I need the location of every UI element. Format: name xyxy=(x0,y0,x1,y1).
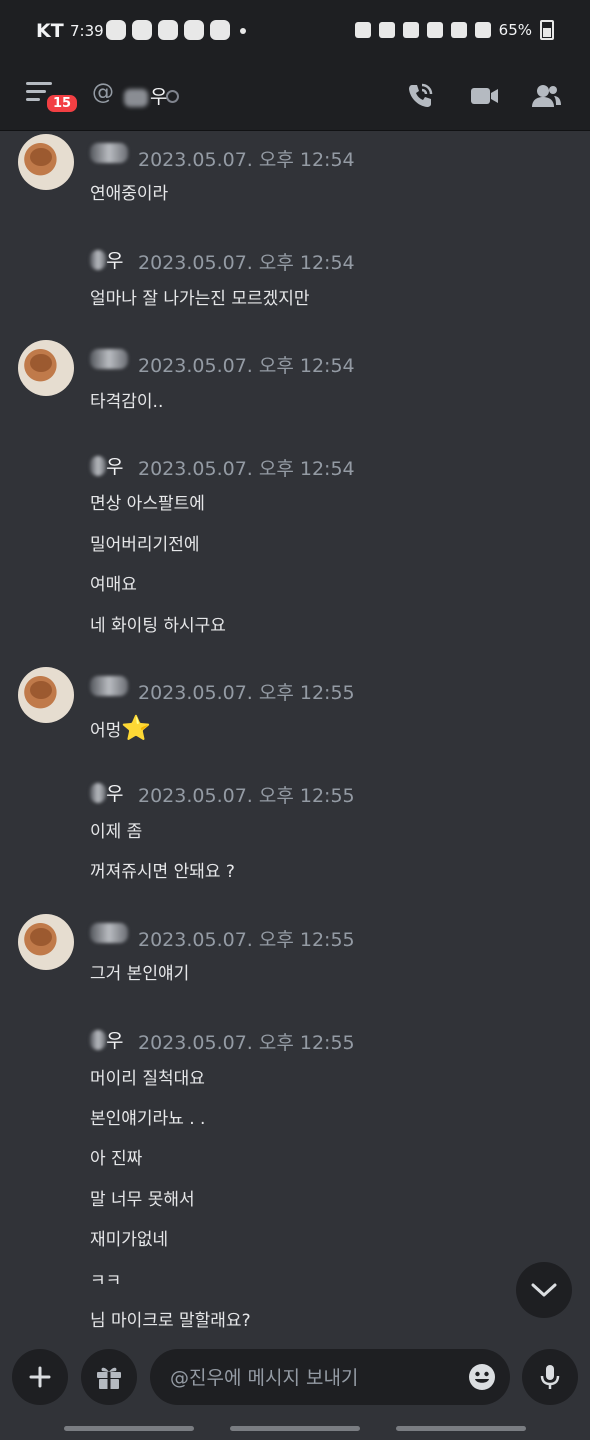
mute-icon xyxy=(402,22,419,38)
channel-name-suffix: 우 xyxy=(150,86,168,108)
voice-message-button[interactable] xyxy=(522,1349,578,1405)
carrier-label: KT xyxy=(36,20,64,42)
message-text: 어멍⭐ xyxy=(90,714,152,742)
avatar[interactable] xyxy=(18,134,74,190)
timestamp: 2023.05.07. 오후 12:55 xyxy=(138,1032,355,1054)
message-input-box[interactable] xyxy=(150,1349,510,1407)
message-text: 여매요 xyxy=(90,575,137,595)
message-text: 님 마이크로 말할래요? xyxy=(90,1311,251,1331)
plus-icon xyxy=(29,1366,51,1388)
timestamp: 2023.05.07. 오후 12:54 xyxy=(138,149,355,171)
lock-icon xyxy=(354,22,371,38)
nav-back-bar[interactable] xyxy=(396,1426,526,1431)
message-text: 말 너무 못해서 xyxy=(90,1190,195,1210)
star-emoji: ⭐ xyxy=(121,714,152,742)
message-composer xyxy=(0,1337,590,1440)
voice-call-icon[interactable] xyxy=(404,80,436,112)
add-attachment-button[interactable] xyxy=(12,1349,68,1405)
message-text: 밀어버리기전에 xyxy=(90,535,200,555)
chevron-down-icon xyxy=(531,1283,557,1297)
timestamp: 2023.05.07. 오후 12:55 xyxy=(138,682,355,704)
notification-badge: 15 xyxy=(44,92,81,115)
microphone-icon xyxy=(540,1365,560,1389)
at-icon: @ xyxy=(92,80,114,105)
message-text: 면상 아스팔트에 xyxy=(90,494,205,514)
message-text: 타격감이.. xyxy=(90,392,164,412)
hd-icon xyxy=(450,22,467,38)
avatar[interactable] xyxy=(18,914,74,970)
author-name[interactable]: 우 xyxy=(90,1026,123,1053)
blurred-name xyxy=(90,349,128,369)
nav-recents-bar[interactable] xyxy=(64,1426,194,1431)
author-name[interactable]: 우 xyxy=(90,779,123,806)
avatar[interactable] xyxy=(18,667,74,723)
gift-icon xyxy=(97,1367,121,1389)
message-text: 이제 좀 xyxy=(90,822,143,842)
author-name[interactable] xyxy=(90,923,128,945)
timestamp: 2023.05.07. 오후 12:54 xyxy=(138,458,355,480)
channel-header: 15 @ 우 xyxy=(0,64,590,131)
wifi-icon xyxy=(426,22,443,38)
battery-percent: 65% xyxy=(498,21,532,39)
blurred-name xyxy=(124,88,148,107)
cloud-icon xyxy=(210,20,230,40)
author-name[interactable] xyxy=(90,349,128,371)
battery-icon xyxy=(540,20,554,40)
notification-icons xyxy=(106,20,230,40)
message-text: 얼마나 잘 나가는진 모르겠지만 xyxy=(90,289,310,309)
message-text: 그거 본인얘기 xyxy=(90,964,190,984)
jump-to-latest-button[interactable] xyxy=(516,1262,572,1318)
timestamp: 2023.05.07. 오후 12:55 xyxy=(138,929,355,951)
author-name[interactable] xyxy=(90,676,128,698)
gift-button[interactable] xyxy=(81,1349,137,1405)
avatar[interactable] xyxy=(18,340,74,396)
timestamp: 2023.05.07. 오후 12:54 xyxy=(138,355,355,377)
talk-icon xyxy=(106,20,126,40)
blurred-name xyxy=(90,143,128,163)
clock: 7:39 xyxy=(70,22,104,40)
message-text: 머이리 질척대요 xyxy=(90,1069,205,1089)
blurred-name xyxy=(90,250,106,270)
message-text: 재미가없네 xyxy=(90,1230,169,1250)
more-notifications-dot xyxy=(240,28,246,34)
message-text: 꺼져쥬시면 안돼요 ? xyxy=(90,862,235,882)
channel-title[interactable]: 우 xyxy=(124,82,167,109)
message-text: 본인얘기라뇨 . . xyxy=(90,1109,206,1129)
timestamp: 2023.05.07. 오후 12:55 xyxy=(138,785,355,807)
author-name[interactable]: 우 xyxy=(90,452,123,479)
author-name[interactable]: 우 xyxy=(90,246,123,273)
timestamp: 2023.05.07. 오후 12:54 xyxy=(138,252,355,274)
author-name[interactable] xyxy=(90,143,128,165)
offline-status-icon xyxy=(166,90,179,103)
video-call-icon[interactable] xyxy=(468,80,500,112)
status-bar: KT 7:39 65% xyxy=(0,0,590,64)
alarm-icon xyxy=(378,22,395,38)
message-list[interactable]: 2023.05.07. 오후 12:54 연애중이라 우 2023.05.07.… xyxy=(0,131,590,1337)
image-icon xyxy=(184,20,204,40)
message-text: 아 진짜 xyxy=(90,1149,143,1169)
emoji-icon[interactable] xyxy=(468,1363,496,1391)
blurred-name xyxy=(90,923,128,943)
blurred-name xyxy=(90,676,128,696)
message-text: ㅋㅋ xyxy=(90,1271,122,1291)
blurred-name xyxy=(90,456,106,476)
system-status: 65% xyxy=(354,20,554,40)
message-text: 연애중이라 xyxy=(90,184,169,204)
blurred-name xyxy=(90,783,106,803)
app-icon xyxy=(132,20,152,40)
message-input[interactable] xyxy=(168,1349,452,1407)
message-text: 네 화이팅 하시구요 xyxy=(90,616,226,636)
blurred-name xyxy=(90,1030,106,1050)
signal-icon xyxy=(474,22,491,38)
cloud-icon xyxy=(158,20,178,40)
nav-home-bar[interactable] xyxy=(230,1426,360,1431)
members-icon[interactable] xyxy=(530,80,562,112)
